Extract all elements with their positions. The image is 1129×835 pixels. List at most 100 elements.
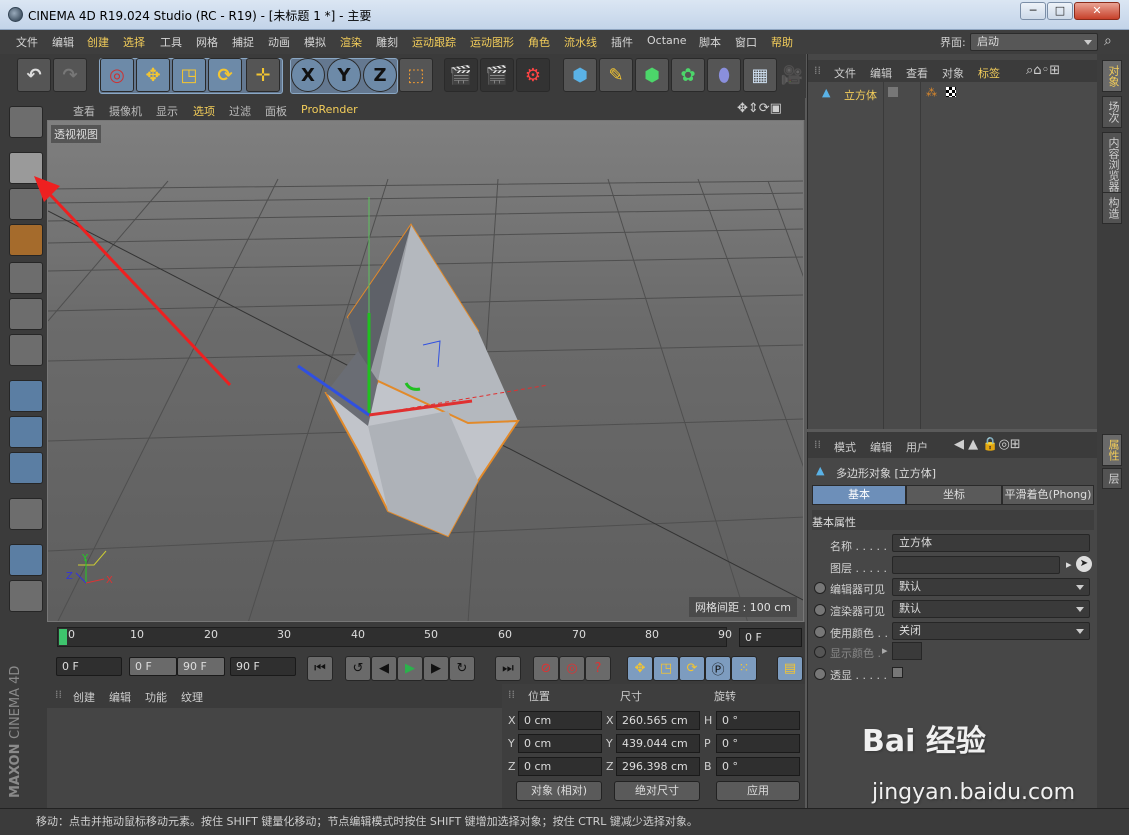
menu-plugins[interactable]: 插件 — [611, 34, 633, 50]
size-z-field[interactable]: 296.398 cm — [616, 757, 700, 776]
end-frame-field[interactable]: 90 F — [230, 657, 296, 676]
menu-script[interactable]: 脚本 — [699, 34, 721, 50]
next-frame-icon[interactable]: ▶ — [423, 656, 449, 681]
render-view-icon[interactable]: 🎬 — [444, 58, 478, 92]
key-position-icon[interactable]: ✥ — [627, 656, 653, 681]
menu-edit[interactable]: 编辑 — [52, 34, 74, 50]
material-menu-function[interactable]: 功能 — [145, 689, 167, 705]
prev-frame-icon[interactable]: ◀ — [371, 656, 397, 681]
editor-visible-select[interactable]: 默认 — [892, 578, 1090, 596]
tab-coord[interactable]: 坐标 — [906, 485, 1002, 505]
menu-sculpt[interactable]: 雕刻 — [376, 34, 398, 50]
attr-menu-mode[interactable]: 模式 — [834, 439, 856, 455]
minimize-button[interactable]: ─ — [1020, 2, 1046, 20]
viewport-menu-options[interactable]: 选项 — [193, 103, 215, 119]
menu-create[interactable]: 创建 — [87, 34, 109, 50]
object-menu-file[interactable]: 文件 — [834, 65, 856, 81]
menu-select[interactable]: 选择 — [123, 34, 145, 50]
timeline-ruler[interactable]: 0 10 20 30 40 50 60 70 80 90 — [57, 627, 732, 647]
recent-tools-icon[interactable]: ✛ — [246, 58, 280, 92]
object-row-cube[interactable]: ▲ 立方体 ⁂ — [808, 84, 1098, 104]
range-end-field[interactable]: 90 F — [177, 657, 225, 676]
rot-h-field[interactable]: 0 ° — [716, 711, 800, 730]
rot-p-field[interactable]: 0 ° — [716, 734, 800, 753]
x-axis-button[interactable]: X — [291, 58, 325, 92]
search-icon[interactable]: ⌕ — [1104, 33, 1112, 49]
viewport-menu-display[interactable]: 显示 — [156, 103, 178, 119]
camera-icon[interactable]: 🎥 — [779, 58, 805, 92]
coordinate-system-icon[interactable]: ⬚ — [399, 58, 433, 92]
key-parameter-icon[interactable]: Ⓟ — [705, 656, 731, 681]
side-tab-content-browser[interactable]: 内容浏览器 — [1102, 132, 1122, 197]
size-y-field[interactable]: 439.044 cm — [616, 734, 700, 753]
autokey-icon[interactable]: ◎ — [559, 656, 585, 681]
menu-animate[interactable]: 动画 — [268, 34, 290, 50]
key-rotation-icon[interactable]: ⟳ — [679, 656, 705, 681]
pos-z-field[interactable]: 0 cm — [518, 757, 602, 776]
goto-start-icon[interactable]: ⏮ — [307, 656, 333, 681]
menu-character[interactable]: 角色 — [528, 34, 550, 50]
subdivision-surface-icon[interactable]: ⬢ — [635, 58, 669, 92]
key-scale-icon[interactable]: ◳ — [653, 656, 679, 681]
material-menu-create[interactable]: 创建 — [73, 689, 95, 705]
radio-icon[interactable] — [814, 668, 826, 680]
redo-button[interactable]: ↷ — [53, 58, 87, 92]
menu-pipeline[interactable]: 流水线 — [564, 34, 597, 50]
attr-menu-edit[interactable]: 编辑 — [870, 439, 892, 455]
pick-icon[interactable]: ➤ — [1076, 556, 1092, 572]
tab-basic[interactable]: 基本 — [812, 485, 906, 505]
snap-magnet-icon[interactable] — [9, 498, 43, 530]
object-menu-objects[interactable]: 对象 — [942, 65, 964, 81]
viewport-menu-panel[interactable]: 面板 — [265, 103, 287, 119]
viewport-nav-icons[interactable]: ✥⇕⟳▣ — [737, 101, 782, 116]
uvw-tag-icon[interactable] — [946, 87, 956, 97]
side-tab-attributes[interactable]: 属性 — [1102, 434, 1122, 466]
y-axis-button[interactable]: Y — [327, 58, 361, 92]
menu-window[interactable]: 窗口 — [735, 34, 757, 50]
object-header-icons[interactable]: ⌕⌂◦⊞ — [1026, 63, 1060, 78]
menu-mograph[interactable]: 运动图形 — [470, 34, 514, 50]
attr-nav-icons[interactable]: ◀ ▲ 🔒◎⊞ — [954, 437, 1021, 452]
workplane-align-icon[interactable] — [9, 580, 43, 612]
play-icon[interactable]: ▶ — [397, 656, 423, 681]
attr-menu-user[interactable]: 用户 — [906, 439, 928, 455]
menu-snap[interactable]: 捕捉 — [232, 34, 254, 50]
pos-y-field[interactable]: 0 cm — [518, 734, 602, 753]
material-menu-edit[interactable]: 编辑 — [109, 689, 131, 705]
undo-button[interactable]: ↶ — [17, 58, 51, 92]
cloner-icon[interactable]: ✿ — [671, 58, 705, 92]
radio-icon[interactable] — [814, 604, 826, 616]
playhead[interactable] — [59, 629, 67, 645]
menu-tools[interactable]: 工具 — [160, 34, 182, 50]
menu-mesh[interactable]: 网格 — [196, 34, 218, 50]
radio-icon[interactable] — [814, 626, 826, 638]
scale-tool-icon[interactable]: ◳ — [172, 58, 206, 92]
cube-icon[interactable]: ⬢ — [563, 58, 597, 92]
close-button[interactable]: ✕ — [1074, 2, 1120, 20]
goto-end-icon[interactable]: ⏭ — [495, 656, 521, 681]
radio-icon[interactable] — [814, 582, 826, 594]
prev-key-icon[interactable]: ↺ — [345, 656, 371, 681]
floor-icon[interactable]: ▦ — [743, 58, 777, 92]
viewport-menu-camera[interactable]: 摄像机 — [109, 103, 142, 119]
side-tab-structure[interactable]: 构造 — [1102, 192, 1122, 224]
object-menu-edit[interactable]: 编辑 — [870, 65, 892, 81]
solo-mode-icon[interactable] — [9, 452, 43, 484]
range-start-field[interactable]: 0 F — [129, 657, 177, 676]
tweak-mode-icon[interactable] — [9, 416, 43, 448]
size-mode-select[interactable]: 绝对尺寸 — [614, 781, 700, 801]
maximize-button[interactable]: □ — [1047, 2, 1073, 20]
render-settings-icon[interactable]: ⚙ — [516, 58, 550, 92]
make-editable-icon[interactable] — [9, 106, 43, 138]
rot-b-field[interactable]: 0 ° — [716, 757, 800, 776]
menu-render[interactable]: 渲染 — [340, 34, 362, 50]
coordinate-mode-select[interactable]: 对象 (相对) — [516, 781, 602, 801]
side-tab-objects[interactable]: 对象 — [1102, 60, 1122, 92]
record-keys-icon[interactable]: ⊘ — [533, 656, 559, 681]
live-select-icon[interactable]: ◎ — [100, 58, 134, 92]
current-frame-field[interactable]: 0 F — [739, 628, 802, 647]
size-x-field[interactable]: 260.565 cm — [616, 711, 700, 730]
xray-checkbox[interactable] — [892, 667, 903, 678]
layer-field[interactable] — [892, 556, 1060, 574]
menu-octane[interactable]: Octane — [647, 34, 687, 47]
